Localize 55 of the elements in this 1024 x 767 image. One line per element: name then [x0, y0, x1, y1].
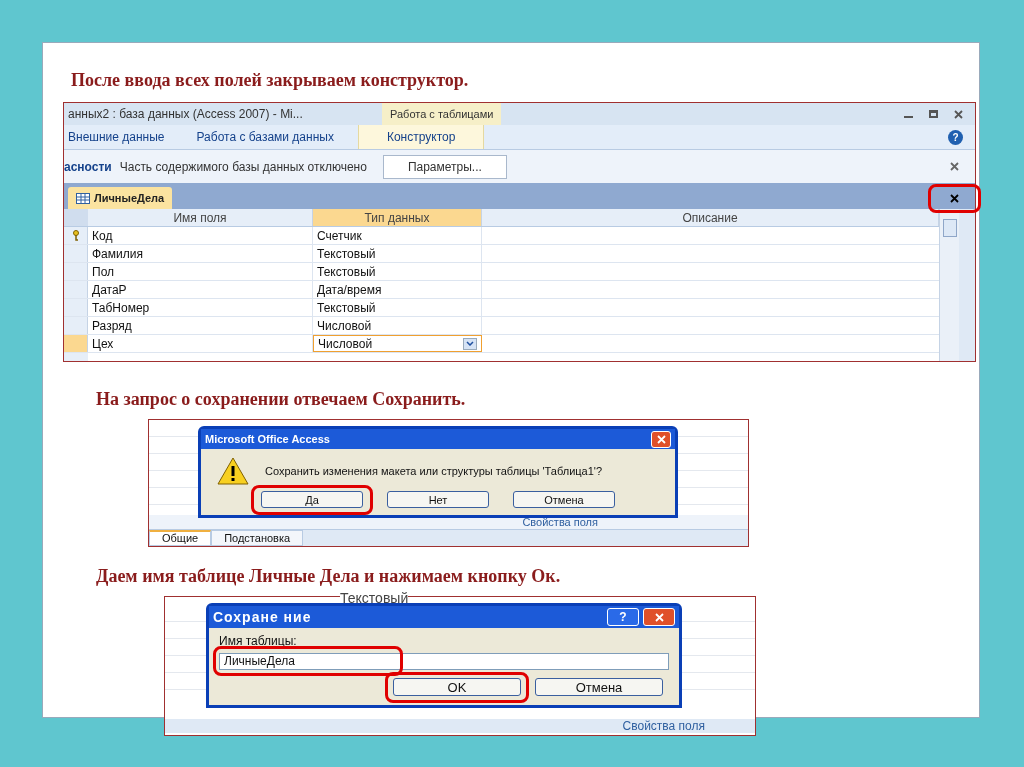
dialog-button[interactable]: Отмена [535, 678, 663, 696]
field-name-cell: Фамилия [88, 245, 313, 262]
data-type-cell: Счетчик [313, 227, 482, 244]
data-type-cell: Числовой [313, 317, 482, 334]
table-name-field[interactable]: ЛичныеДела [219, 652, 669, 670]
property-tab[interactable]: Общие [149, 530, 212, 546]
dialog-button[interactable]: Нет [387, 491, 489, 508]
field-name-cell: ДатаР [88, 281, 313, 298]
dialog-title: Сохране ние [213, 607, 312, 627]
maximize-icon[interactable] [929, 109, 938, 118]
close-button[interactable] [643, 608, 675, 626]
close-icon[interactable] [954, 109, 963, 119]
document-tab[interactable]: ЛичныеДела [68, 187, 173, 209]
field-name-cell: Код [88, 227, 313, 244]
options-button[interactable]: Параметры... [382, 154, 507, 179]
slide-heading: После ввода всех полей закрываем конструктор. [71, 69, 470, 92]
field-label: Имя таблицы: [219, 634, 297, 648]
close-icon[interactable] [950, 194, 959, 203]
field-name-cell: ТабНомер [88, 299, 313, 316]
dialog-message: Сохранить изменения макета или структуры таблицы 'Таблица1'? [265, 463, 603, 479]
help-icon[interactable]: ? [948, 129, 963, 145]
data-type-cell: Дата/время [313, 281, 482, 298]
scrollbar[interactable] [939, 209, 959, 361]
row-selector[interactable] [64, 227, 88, 244]
slide-heading: Даем имя таблице Личные Дела и нажимаем кнопку Ок. [96, 565, 562, 588]
warning-icon [217, 457, 249, 485]
slide-heading: На запрос о сохранении отвечаем Сохранить. [96, 388, 467, 411]
help-button[interactable]: ? [607, 608, 639, 626]
ribbon-tab[interactable]: Работа с базами данных [196, 125, 350, 149]
ribbon-tab[interactable]: Внешние данные [64, 125, 197, 149]
key-icon [71, 230, 80, 241]
dialog-button[interactable]: Отмена [513, 491, 615, 508]
window-title: анных2 : база данных (Access 2007) - Mi... [67, 106, 304, 123]
field-name-cell: Разряд [88, 317, 313, 334]
minimize-icon[interactable] [904, 115, 913, 118]
data-type-dropdown[interactable]: Числовой [313, 335, 482, 352]
close-button[interactable] [651, 430, 671, 448]
field-name-cell: Цех [88, 335, 313, 352]
data-type-cell: Текстовый [313, 299, 482, 316]
section-label: Свойства поля [622, 719, 705, 733]
field-name-cell: Пол [88, 263, 313, 280]
dialog-button[interactable]: Да [261, 491, 363, 508]
property-tab[interactable]: Подстановка [211, 530, 304, 546]
context-tab-title: Работа с таблицами [382, 103, 502, 125]
table-icon [76, 192, 90, 204]
ribbon-tab[interactable]: Конструктор [357, 125, 485, 149]
data-type-cell: Текстовый [313, 245, 482, 262]
column-header: Тип данных [313, 209, 482, 226]
message-bar-text: Часть содержимого базы данных отключено [119, 158, 367, 176]
section-label: Свойства поля [522, 515, 598, 529]
dialog-title: Microsoft Office Access [205, 431, 330, 447]
data-type-cell: Текстовый [313, 263, 482, 280]
dialog-button[interactable]: OK [393, 678, 521, 696]
close-icon[interactable] [950, 162, 959, 171]
message-bar-title: асности [64, 158, 112, 176]
